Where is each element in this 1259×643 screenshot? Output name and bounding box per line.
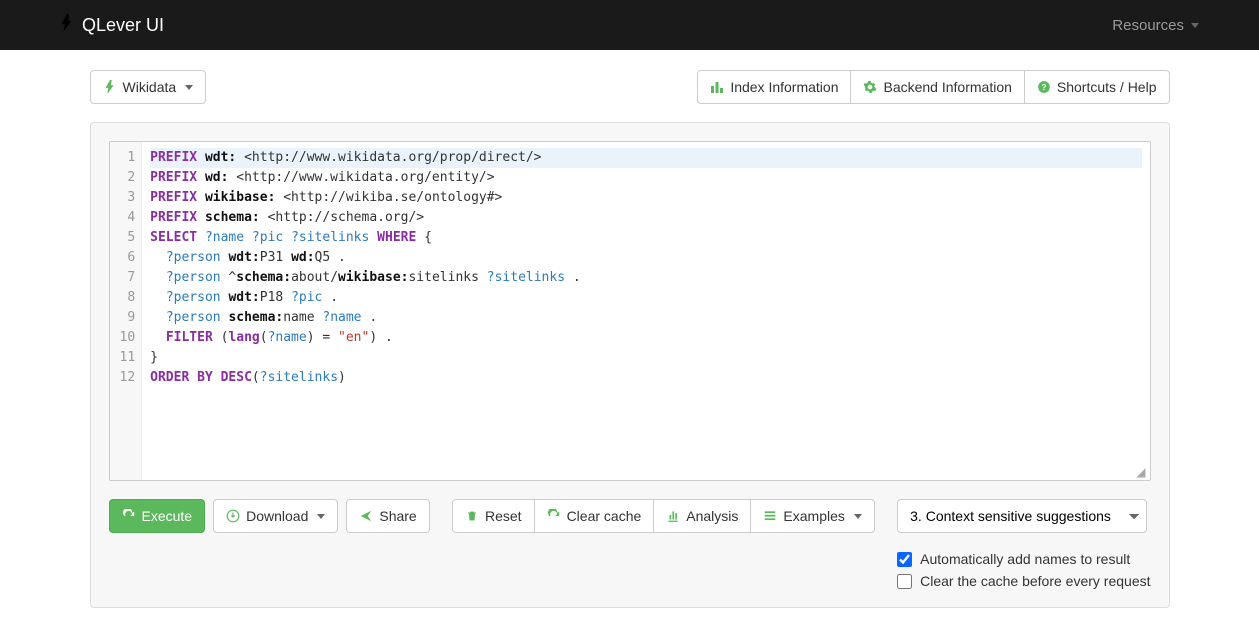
trash-icon bbox=[465, 509, 479, 523]
shortcuts-help-button[interactable]: ? Shortcuts / Help bbox=[1024, 70, 1170, 104]
analysis-button[interactable]: Analysis bbox=[653, 499, 751, 533]
download-button[interactable]: Download bbox=[213, 499, 338, 533]
svg-text:?: ? bbox=[1041, 83, 1046, 92]
bar-chart-icon bbox=[710, 80, 724, 94]
refresh-icon bbox=[122, 509, 136, 523]
info-buttons: Index Information Backend Information ? … bbox=[697, 70, 1169, 104]
resize-handle[interactable]: ◢ bbox=[1136, 466, 1145, 478]
help-icon: ? bbox=[1037, 80, 1051, 94]
auto-names-checkbox[interactable] bbox=[897, 552, 912, 567]
dataset-label: Wikidata bbox=[123, 78, 177, 96]
execute-button[interactable]: Execute bbox=[109, 499, 206, 533]
nav-right: Resources bbox=[1112, 17, 1199, 34]
download-icon bbox=[226, 509, 240, 523]
navbar: QLever UI Resources bbox=[0, 0, 1259, 50]
clear-before-checkbox-label[interactable]: Clear the cache before every request bbox=[897, 573, 1150, 589]
line-gutter: 123456789101112 bbox=[110, 142, 143, 480]
reset-button[interactable]: Reset bbox=[452, 499, 535, 533]
clear-before-checkbox[interactable] bbox=[897, 574, 912, 589]
refresh-icon bbox=[547, 509, 561, 523]
share-button[interactable]: Share bbox=[346, 499, 429, 533]
examples-button[interactable]: Examples bbox=[750, 499, 874, 533]
share-icon bbox=[359, 509, 373, 523]
nav-resources[interactable]: Resources bbox=[1112, 17, 1199, 34]
clear-cache-button[interactable]: Clear cache bbox=[534, 499, 655, 533]
chevron-down-icon bbox=[317, 514, 325, 519]
analysis-icon bbox=[666, 509, 680, 523]
bolt-icon bbox=[103, 80, 117, 94]
bolt-icon bbox=[60, 14, 74, 37]
gear-icon bbox=[863, 80, 877, 94]
code-editor[interactable]: 123456789101112 PREFIX wdt: <http://www.… bbox=[109, 141, 1151, 481]
action-bar: Execute Download Share bbox=[109, 499, 1151, 589]
auto-names-checkbox-label[interactable]: Automatically add names to result bbox=[897, 551, 1150, 567]
brand[interactable]: QLever UI bbox=[60, 14, 164, 37]
brand-text: QLever UI bbox=[82, 15, 164, 36]
suggestions-select[interactable]: 3. Context sensitive suggestions bbox=[897, 499, 1147, 533]
chevron-down-icon bbox=[185, 85, 193, 90]
code-area[interactable]: PREFIX wdt: <http://www.wikidata.org/pro… bbox=[142, 142, 1149, 480]
dataset-dropdown[interactable]: Wikidata bbox=[90, 70, 207, 104]
chevron-down-icon bbox=[1191, 23, 1199, 28]
chevron-down-icon bbox=[854, 514, 862, 519]
index-information-button[interactable]: Index Information bbox=[697, 70, 851, 104]
toolbar-top: Wikidata Index Information Backend Infor… bbox=[90, 70, 1170, 104]
backend-information-button[interactable]: Backend Information bbox=[850, 70, 1024, 104]
editor-panel: 123456789101112 PREFIX wdt: <http://www.… bbox=[90, 122, 1170, 608]
list-icon bbox=[763, 509, 777, 523]
